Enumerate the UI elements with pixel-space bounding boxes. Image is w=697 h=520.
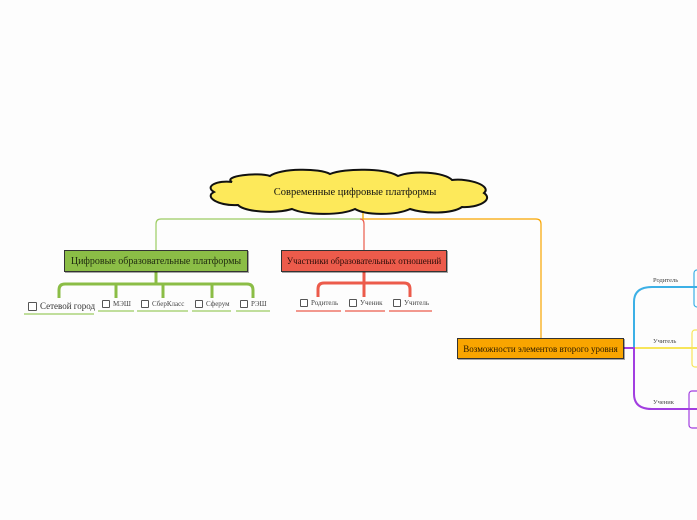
topic-second-level-capabilities[interactable]: Возможности элементов второго уровня — [457, 338, 624, 359]
subtopic-sferum[interactable]: Сферум — [195, 300, 230, 308]
subtopic-mesh[interactable]: МЭШ — [102, 300, 131, 308]
subtopic-sberklass[interactable]: СберКласс — [141, 300, 184, 308]
topic-participants[interactable]: Участники образовательных отношений — [281, 250, 447, 272]
subtopic-label: Учитель — [404, 299, 430, 307]
checkbox-icon[interactable] — [393, 299, 401, 307]
connector-orange — [362, 213, 542, 338]
subtopic-setevoy-gorod[interactable]: Сетевой город — [28, 301, 95, 311]
connector-red — [359, 218, 365, 250]
central-topic-label[interactable]: Современные цифровые платформы — [240, 187, 470, 198]
subtopic-label: Сферум — [206, 300, 230, 308]
green-leaf-underlines — [24, 310, 270, 315]
subtopic-label: СберКласс — [152, 300, 185, 308]
branch-label-teacher[interactable]: Учитель — [653, 338, 676, 345]
checkbox-icon[interactable] — [195, 300, 203, 308]
checkbox-icon[interactable] — [240, 300, 248, 308]
green-subtopic-connectors — [57, 272, 255, 298]
topic-label: Цифровые образовательные платформы — [70, 255, 242, 267]
topic-digital-platforms[interactable]: Цифровые образовательные платформы — [64, 250, 248, 272]
checkbox-icon[interactable] — [300, 299, 308, 307]
subtopic-label: МЭШ — [113, 300, 131, 308]
subtopic-resh[interactable]: РЭШ — [240, 300, 267, 308]
subtopic-label: Сетевой город — [40, 301, 96, 311]
connector-green — [155, 213, 364, 250]
topic-label: Участники образовательных отношений — [286, 256, 442, 266]
checkbox-icon[interactable] — [349, 299, 357, 307]
checkbox-icon[interactable] — [141, 300, 149, 308]
subtopic-teacher[interactable]: Учитель — [393, 299, 429, 307]
subtopic-label: Ученик — [360, 299, 383, 307]
topic-label: Возможности элементов второго уровня — [463, 343, 618, 354]
branch-label-student[interactable]: Ученик — [653, 399, 674, 406]
subtopic-student[interactable]: Ученик — [349, 299, 382, 307]
branch-label-parent[interactable]: Родитель — [653, 277, 678, 284]
subtopic-label: Родитель — [311, 299, 339, 307]
checkbox-icon[interactable] — [28, 301, 37, 311]
red-subtopic-connectors — [316, 272, 412, 297]
subtopic-parent[interactable]: Родитель — [300, 299, 338, 307]
checkbox-icon[interactable] — [102, 300, 110, 308]
subtopic-label: РЭШ — [251, 300, 267, 308]
